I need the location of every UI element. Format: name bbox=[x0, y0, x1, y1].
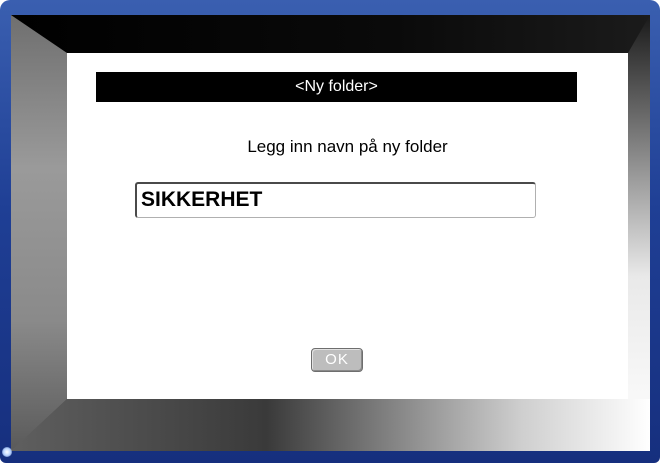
screen-bevel-top bbox=[11, 15, 650, 53]
dialog-title: <Ny folder> bbox=[96, 72, 577, 102]
screen-bevel-bottom bbox=[11, 399, 650, 451]
screen-bevel-right bbox=[628, 15, 650, 451]
folder-name-input[interactable]: SIKKERHET bbox=[135, 182, 536, 218]
ok-button[interactable]: OK bbox=[311, 348, 363, 372]
display-screen: <Ny folder> Legg inn navn på ny folder S… bbox=[11, 15, 650, 451]
screen-bevel-left bbox=[11, 15, 67, 451]
power-indicator-light bbox=[2, 447, 12, 457]
new-folder-dialog: <Ny folder> Legg inn navn på ny folder S… bbox=[67, 53, 628, 399]
folder-name-prompt: Legg inn navn på ny folder bbox=[247, 137, 448, 156]
device-frame: <Ny folder> Legg inn navn på ny folder S… bbox=[0, 0, 660, 463]
